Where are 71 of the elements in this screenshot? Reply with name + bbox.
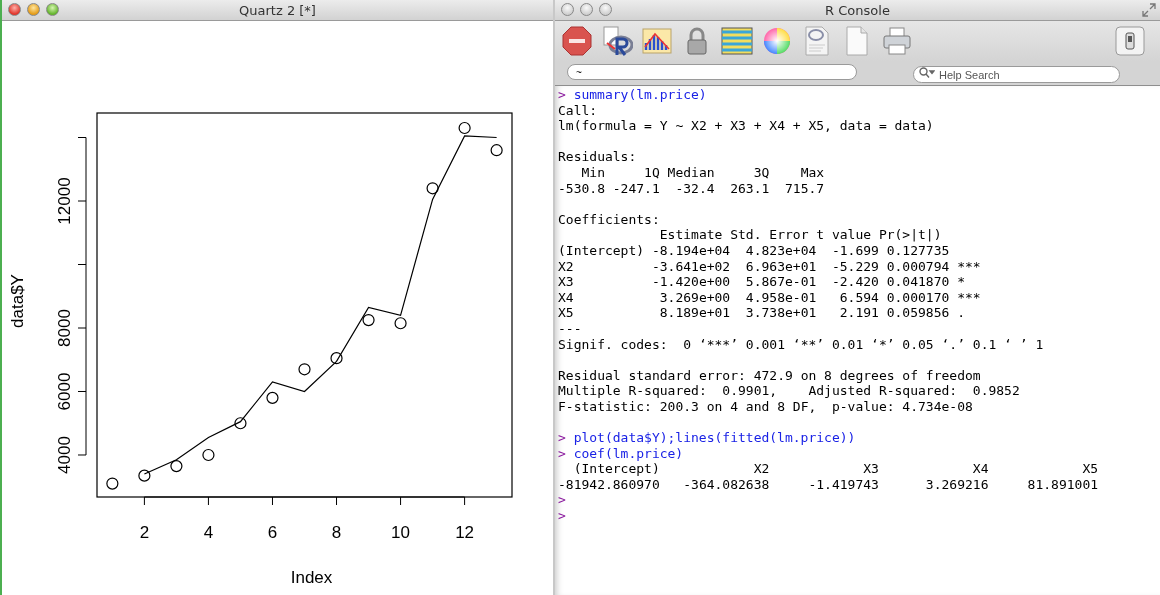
minimize-button[interactable] bbox=[27, 3, 40, 16]
data-point bbox=[266, 391, 279, 404]
data-point bbox=[330, 352, 343, 365]
color-wheel-icon[interactable] bbox=[761, 25, 793, 57]
console-output-line: (Intercept) X2 X3 X4 X5 bbox=[572, 461, 1099, 477]
document-r-icon[interactable] bbox=[601, 25, 633, 57]
console-output-line: X2 -3.641e+02 6.963e+01 -5.229 0.000794 *** bbox=[558, 258, 981, 275]
data-point bbox=[298, 363, 311, 376]
console-command: plot(data$Y);lines(fitted(lm.price)) bbox=[573, 430, 856, 446]
console-output-line: Residual standard error: 472.9 on 8 degrees of freedom bbox=[558, 367, 981, 384]
y-tick-label: 4000 bbox=[55, 436, 74, 474]
bar-chart-icon[interactable] bbox=[641, 25, 673, 57]
data-point bbox=[106, 477, 119, 490]
console-output-line: F-statistic: 200.3 on 4 and 8 DF, p-value: 4.734e-08 bbox=[558, 398, 973, 415]
help-search-field[interactable]: Help Search bbox=[913, 66, 1120, 83]
console-output-line: Coefficients: bbox=[558, 211, 660, 228]
minimize-button[interactable] bbox=[580, 3, 593, 16]
printer-icon[interactable] bbox=[881, 25, 913, 57]
toggle-switch-icon[interactable] bbox=[1114, 25, 1146, 57]
console-output-line: --- bbox=[558, 320, 582, 337]
x-tick-label: 2 bbox=[139, 523, 150, 542]
console-prompt: > bbox=[558, 492, 566, 509]
window-title: R Console bbox=[825, 2, 890, 18]
console-prompt: > bbox=[558, 87, 566, 103]
striped-window-icon[interactable] bbox=[721, 25, 753, 57]
console-command: coef(lm.price) bbox=[573, 445, 684, 462]
console-prompt: > bbox=[558, 508, 566, 524]
y-tick-label: 6000 bbox=[55, 372, 74, 411]
console-output-line: Multiple R-squared: 0.9901, Adjusted R-squared: 0.9852 bbox=[558, 383, 1020, 399]
close-button[interactable] bbox=[561, 3, 574, 16]
data-point bbox=[458, 121, 471, 135]
console-output-line: Min 1Q Median 3Q Max bbox=[580, 164, 825, 181]
zoom-button[interactable] bbox=[46, 3, 59, 16]
console-output-line: lm(formula = Y ~ X2 + X3 + X4 + X5, data = data) bbox=[558, 118, 934, 134]
zoom-button[interactable] bbox=[599, 3, 612, 16]
data-point bbox=[202, 448, 215, 462]
close-button[interactable] bbox=[8, 3, 21, 16]
console-output-line: (Intercept) -8.194e+04 4.823e+04 -1.699 0.127735 bbox=[558, 242, 950, 259]
x-tick-label: 4 bbox=[203, 523, 214, 542]
data-point bbox=[490, 144, 503, 157]
x-axis-title: Index bbox=[290, 568, 333, 587]
x-tick-label: 12 bbox=[455, 523, 475, 542]
x-tick-label: 8 bbox=[331, 523, 342, 542]
y-tick-label: 12000 bbox=[55, 177, 74, 225]
console-output-line: -81942.860970 -364.082638 -1.419743 3.269216 81.891001 bbox=[558, 476, 1099, 493]
console-output-line: Residuals: bbox=[558, 149, 637, 165]
console-prompt: > bbox=[558, 445, 566, 462]
window-title: Quartz 2 [*] bbox=[239, 2, 316, 18]
y-axis-title: data$Y bbox=[8, 274, 27, 328]
console-output-line: Estimate Std. Error t value Pr(>|t|) bbox=[658, 227, 942, 243]
data-point bbox=[362, 313, 375, 327]
stop-icon[interactable] bbox=[561, 25, 593, 57]
data-point bbox=[426, 182, 439, 195]
x-tick-label: 10 bbox=[391, 523, 411, 542]
console-prompt: > bbox=[558, 430, 566, 446]
console-output-line: X5 8.189e+01 3.738e+01 2.191 0.059856 . bbox=[558, 305, 965, 321]
console-command: summary(lm.price) bbox=[573, 87, 707, 103]
fullscreen-icon[interactable] bbox=[1142, 3, 1156, 17]
console-output-line: X4 3.269e+00 4.958e-01 6.594 0.000170 *** bbox=[558, 289, 981, 306]
search-icon[interactable] bbox=[919, 66, 935, 78]
x-tick-label: 6 bbox=[267, 523, 278, 542]
console-output-line: -530.8 -247.1 -32.4 263.1 715.7 bbox=[558, 180, 825, 197]
data-point bbox=[138, 469, 151, 482]
data-point bbox=[234, 417, 247, 430]
data-point bbox=[170, 460, 183, 473]
console-output-line: X3 -1.420e+00 5.867e-01 -2.420 0.041870 * bbox=[558, 274, 965, 290]
working-directory-field[interactable]: ~ bbox=[567, 64, 857, 80]
data-point bbox=[394, 317, 407, 330]
y-tick-label: 8000 bbox=[55, 309, 74, 347]
console-output-line: Call: bbox=[558, 102, 598, 119]
console-output-line: Signif. codes: 0 ‘***’ 0.001 ‘**’ 0.01 ‘*’ 0.05 ‘.’ 0.1 ‘ ’ 1 bbox=[558, 336, 1044, 353]
